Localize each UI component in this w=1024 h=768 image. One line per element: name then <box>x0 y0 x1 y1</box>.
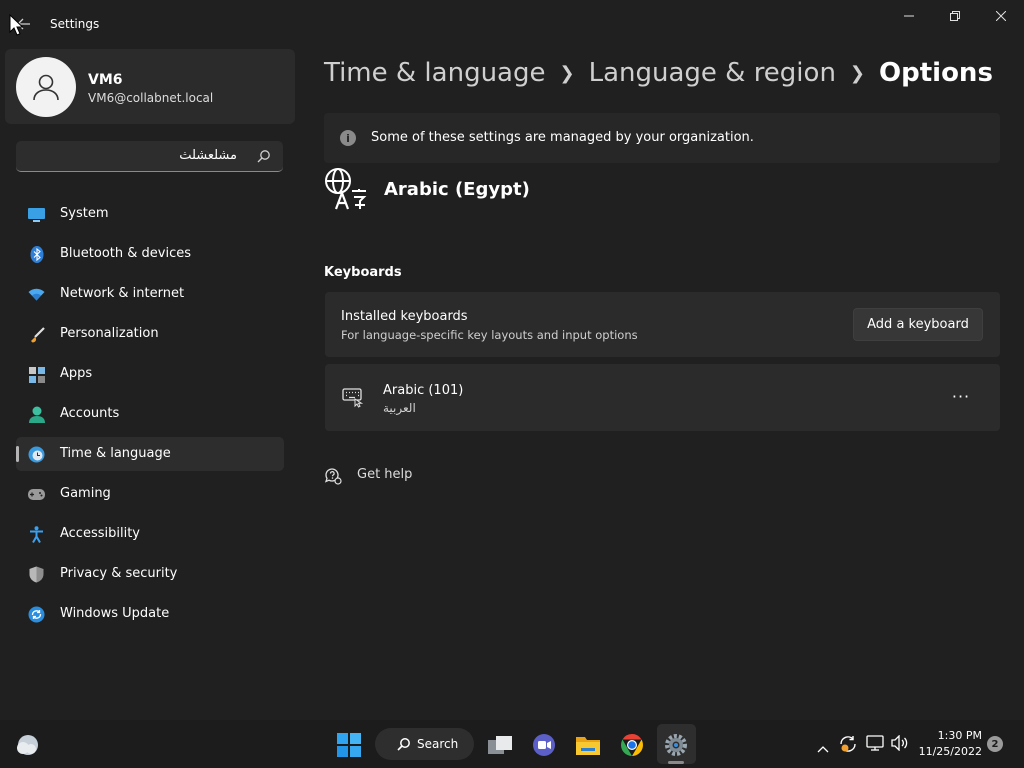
keyboard-native-name: العربية <box>383 401 416 415</box>
folder-icon <box>576 737 600 755</box>
teams-chat-button[interactable] <box>531 732 557 758</box>
info-icon: i <box>340 130 356 146</box>
chevron-up-icon[interactable] <box>817 738 829 757</box>
chat-icon <box>533 734 555 756</box>
keyboard-name: Arabic (101) <box>383 383 464 398</box>
user-name: VM6 <box>88 72 123 88</box>
keyboard-icon <box>342 388 364 408</box>
installed-keyboards-card: Installed keyboards For language-specifi… <box>325 292 1000 357</box>
network-icon[interactable] <box>866 735 884 755</box>
settings-taskbar-button[interactable] <box>663 732 689 758</box>
close-button[interactable] <box>978 0 1024 32</box>
minimize-button[interactable] <box>886 0 932 32</box>
language-icon <box>325 168 367 210</box>
breadcrumb-time-language[interactable]: Time & language <box>324 58 545 88</box>
sidebar-item-bluetooth[interactable]: Bluetooth & devices <box>16 237 284 271</box>
chevron-right-icon: ❯ <box>849 62 866 84</box>
managed-settings-info-bar: i Some of these settings are managed by … <box>324 113 1000 163</box>
brush-icon <box>28 326 45 343</box>
more-options-button[interactable]: ··· <box>946 384 976 408</box>
taskbar-search-label: Search <box>417 737 459 751</box>
installed-keyboards-subtitle: For language-specific key layouts and in… <box>341 328 638 342</box>
breadcrumb-language-region[interactable]: Language & region <box>589 58 836 88</box>
restore-icon <box>950 11 960 21</box>
accessibility-icon <box>28 526 45 543</box>
sidebar-item-label: Windows Update <box>60 606 170 621</box>
app-title: Settings <box>50 17 100 31</box>
maximize-button[interactable] <box>932 0 978 32</box>
volume-icon[interactable] <box>891 734 909 755</box>
keyboards-heading: Keyboards <box>324 265 402 280</box>
sidebar-item-label: System <box>60 206 109 221</box>
installed-keyboards-title: Installed keyboards <box>341 309 468 324</box>
gear-icon <box>665 734 687 756</box>
sidebar-item-privacy[interactable]: Privacy & security <box>16 557 284 591</box>
gamepad-icon <box>28 486 45 503</box>
sidebar-item-label: Gaming <box>60 486 111 501</box>
avatar <box>16 57 76 117</box>
language-title: Arabic (Egypt) <box>384 179 530 200</box>
clock-date[interactable]: 11/25/2022 <box>914 745 982 758</box>
sidebar-item-apps[interactable]: Apps <box>16 357 284 391</box>
sidebar-item-label: Personalization <box>60 326 159 341</box>
chrome-button[interactable] <box>619 732 645 758</box>
sidebar-item-label: Privacy & security <box>60 566 178 581</box>
shield-icon <box>28 566 45 583</box>
user-email: VM6@collabnet.local <box>88 91 214 105</box>
taskbar-search-button[interactable]: Search <box>375 728 474 760</box>
windows-logo-icon <box>337 733 361 757</box>
update-icon <box>28 606 45 623</box>
add-keyboard-button[interactable]: Add a keyboard <box>853 308 983 341</box>
sidebar-item-accounts[interactable]: Accounts <box>16 397 284 431</box>
file-explorer-button[interactable] <box>575 732 601 758</box>
active-app-indicator <box>668 761 684 764</box>
sidebar-item-label: Accessibility <box>60 526 140 541</box>
sidebar-item-gaming[interactable]: Gaming <box>16 477 284 511</box>
sidebar-item-personalization[interactable]: Personalization <box>16 317 284 351</box>
person-icon <box>33 74 59 101</box>
monitor-icon <box>28 206 45 223</box>
sidebar-item-windows-update[interactable]: Windows Update <box>16 597 284 631</box>
chrome-icon <box>621 734 643 756</box>
taskbar: Search 1:30 PM 11/25/2022 2 <box>0 720 1024 768</box>
clock-globe-icon <box>28 446 45 463</box>
help-icon <box>324 468 342 485</box>
wifi-icon <box>28 286 45 303</box>
title-bar: Settings <box>0 0 1024 48</box>
sidebar-item-accessibility[interactable]: Accessibility <box>16 517 284 551</box>
apps-icon <box>28 366 45 383</box>
task-view-icon <box>488 736 512 754</box>
breadcrumb: Time & language ❯ Language & region ❯ Op… <box>324 58 993 88</box>
selected-indicator <box>16 446 19 462</box>
minimize-icon <box>904 15 914 17</box>
search-icon[interactable] <box>257 149 271 163</box>
sidebar-item-label: Apps <box>60 366 93 381</box>
search-icon <box>397 738 410 751</box>
page-title: Options <box>879 58 993 88</box>
keyboard-list-item: Arabic (101) العربية ··· <box>325 364 1000 431</box>
task-view-button[interactable] <box>487 732 513 758</box>
sidebar-item-label: Time & language <box>60 446 171 461</box>
sync-warning-icon[interactable] <box>838 734 858 758</box>
search-input-value: مشلعشلث <box>179 148 237 163</box>
sidebar-item-network[interactable]: Network & internet <box>16 277 284 311</box>
search-input[interactable]: مشلعشلث <box>16 141 283 172</box>
sidebar-item-system[interactable]: System <box>16 197 284 231</box>
sidebar-item-time-language[interactable]: Time & language <box>16 437 284 471</box>
notification-badge[interactable]: 2 <box>987 736 1003 752</box>
user-profile-card[interactable]: VM6 VM6@collabnet.local <box>5 49 295 124</box>
sidebar-item-label: Network & internet <box>60 286 185 301</box>
get-help-link[interactable]: Get help <box>357 467 412 482</box>
sidebar-item-label: Bluetooth & devices <box>60 246 191 261</box>
chevron-right-icon: ❯ <box>559 62 575 84</box>
close-icon <box>996 11 1006 21</box>
person-icon <box>28 406 45 423</box>
bluetooth-icon <box>28 246 45 263</box>
sidebar-item-label: Accounts <box>60 406 120 421</box>
clock-time[interactable]: 1:30 PM <box>922 729 982 742</box>
info-bar-text: Some of these settings are managed by yo… <box>371 130 754 145</box>
mouse-cursor-icon <box>9 14 23 36</box>
weather-icon[interactable] <box>15 732 41 758</box>
start-button[interactable] <box>336 732 362 758</box>
